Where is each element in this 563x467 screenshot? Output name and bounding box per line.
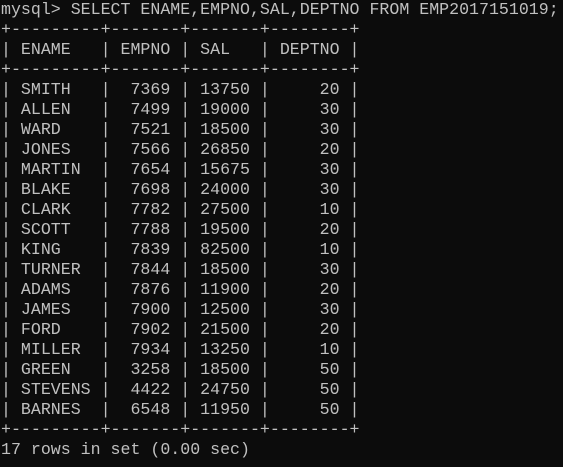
table-border-mid: +---------+-------+-------+--------+ [1,60,360,79]
table-row: | WARD | 7521 | 18500 | 30 | [1,120,360,139]
table-row: | GREEN | 3258 | 18500 | 50 | [1,360,360,379]
table-row: | BARNES | 6548 | 11950 | 50 | [1,400,360,419]
table-row: | MILLER | 7934 | 13250 | 10 | [1,340,360,359]
terminal-window[interactable]: mysql> SELECT ENAME,EMPNO,SAL,DEPTNO FRO… [0,0,563,467]
sql-command: SELECT ENAME,EMPNO,SAL,DEPTNO FROM EMP20… [70,0,559,19]
table-row: | MARTIN | 7654 | 15675 | 30 | [1,160,360,179]
mysql-prompt: mysql> [1,0,61,19]
table-row: | JAMES | 7900 | 12500 | 30 | [1,300,360,319]
table-row: | ALLEN | 7499 | 19000 | 30 | [1,100,360,119]
table-row: | SMITH | 7369 | 13750 | 20 | [1,80,360,99]
table-row: | STEVENS | 4422 | 24750 | 50 | [1,380,360,399]
result-summary: 17 rows in set (0.00 sec) [1,440,250,459]
table-header-row: | ENAME | EMPNO | SAL | DEPTNO | [1,40,360,59]
table-row: | FORD | 7902 | 21500 | 20 | [1,320,360,339]
table-row: | BLAKE | 7698 | 24000 | 30 | [1,180,360,199]
command-line: mysql> SELECT ENAME,EMPNO,SAL,DEPTNO FRO… [1,0,559,20]
table-border-top: +---------+-------+-------+--------+ [1,20,360,39]
table-row: | KING | 7839 | 82500 | 10 | [1,240,360,259]
table-row: | JONES | 7566 | 26850 | 20 | [1,140,360,159]
table-row: | CLARK | 7782 | 27500 | 10 | [1,200,360,219]
table-border-bottom: +---------+-------+-------+--------+ [1,420,360,439]
table-row: | ADAMS | 7876 | 11900 | 20 | [1,280,360,299]
table-row: | SCOTT | 7788 | 19500 | 20 | [1,220,360,239]
table-row: | TURNER | 7844 | 18500 | 30 | [1,260,360,279]
